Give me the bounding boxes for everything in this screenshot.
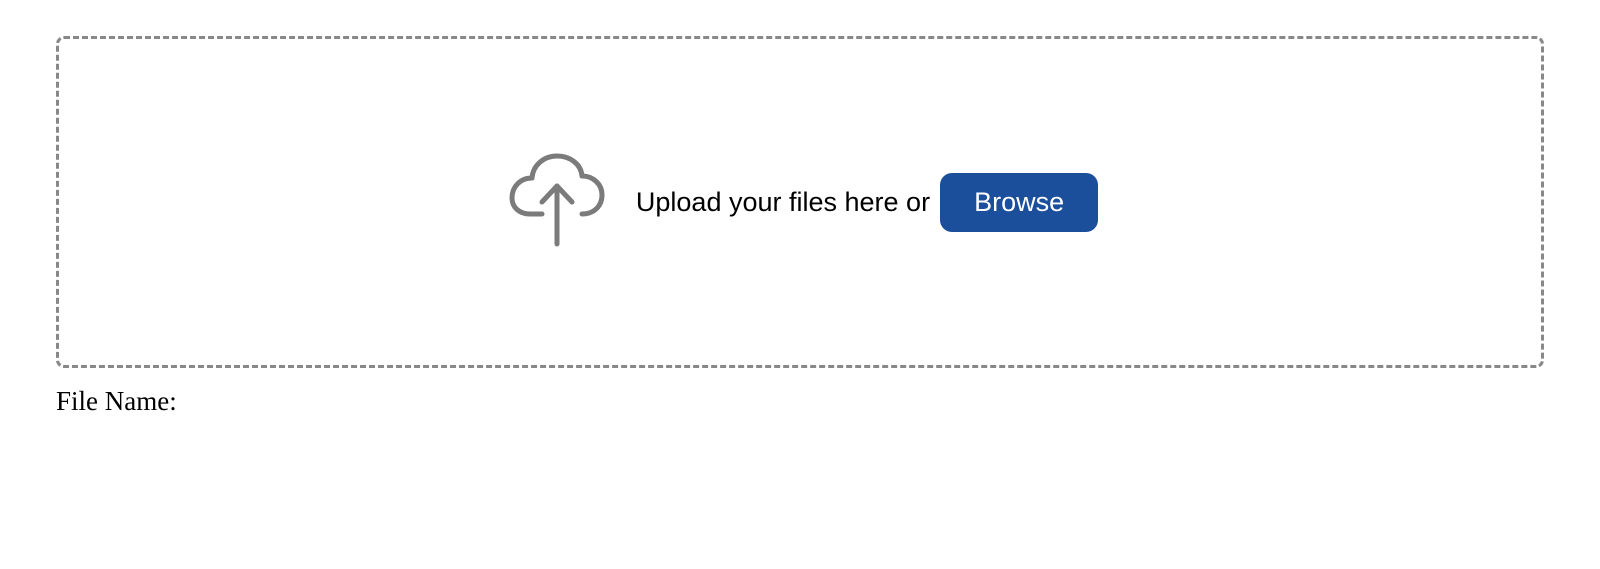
upload-text-row: Upload your files here or Browse	[636, 173, 1098, 232]
file-name-label: File Name:	[56, 386, 1544, 417]
dropzone-content: Upload your files here or Browse	[502, 152, 1098, 252]
cloud-upload-icon	[502, 152, 612, 252]
browse-button[interactable]: Browse	[940, 173, 1098, 232]
upload-prompt-text: Upload your files here or	[636, 187, 930, 218]
file-dropzone[interactable]: Upload your files here or Browse	[56, 36, 1544, 368]
